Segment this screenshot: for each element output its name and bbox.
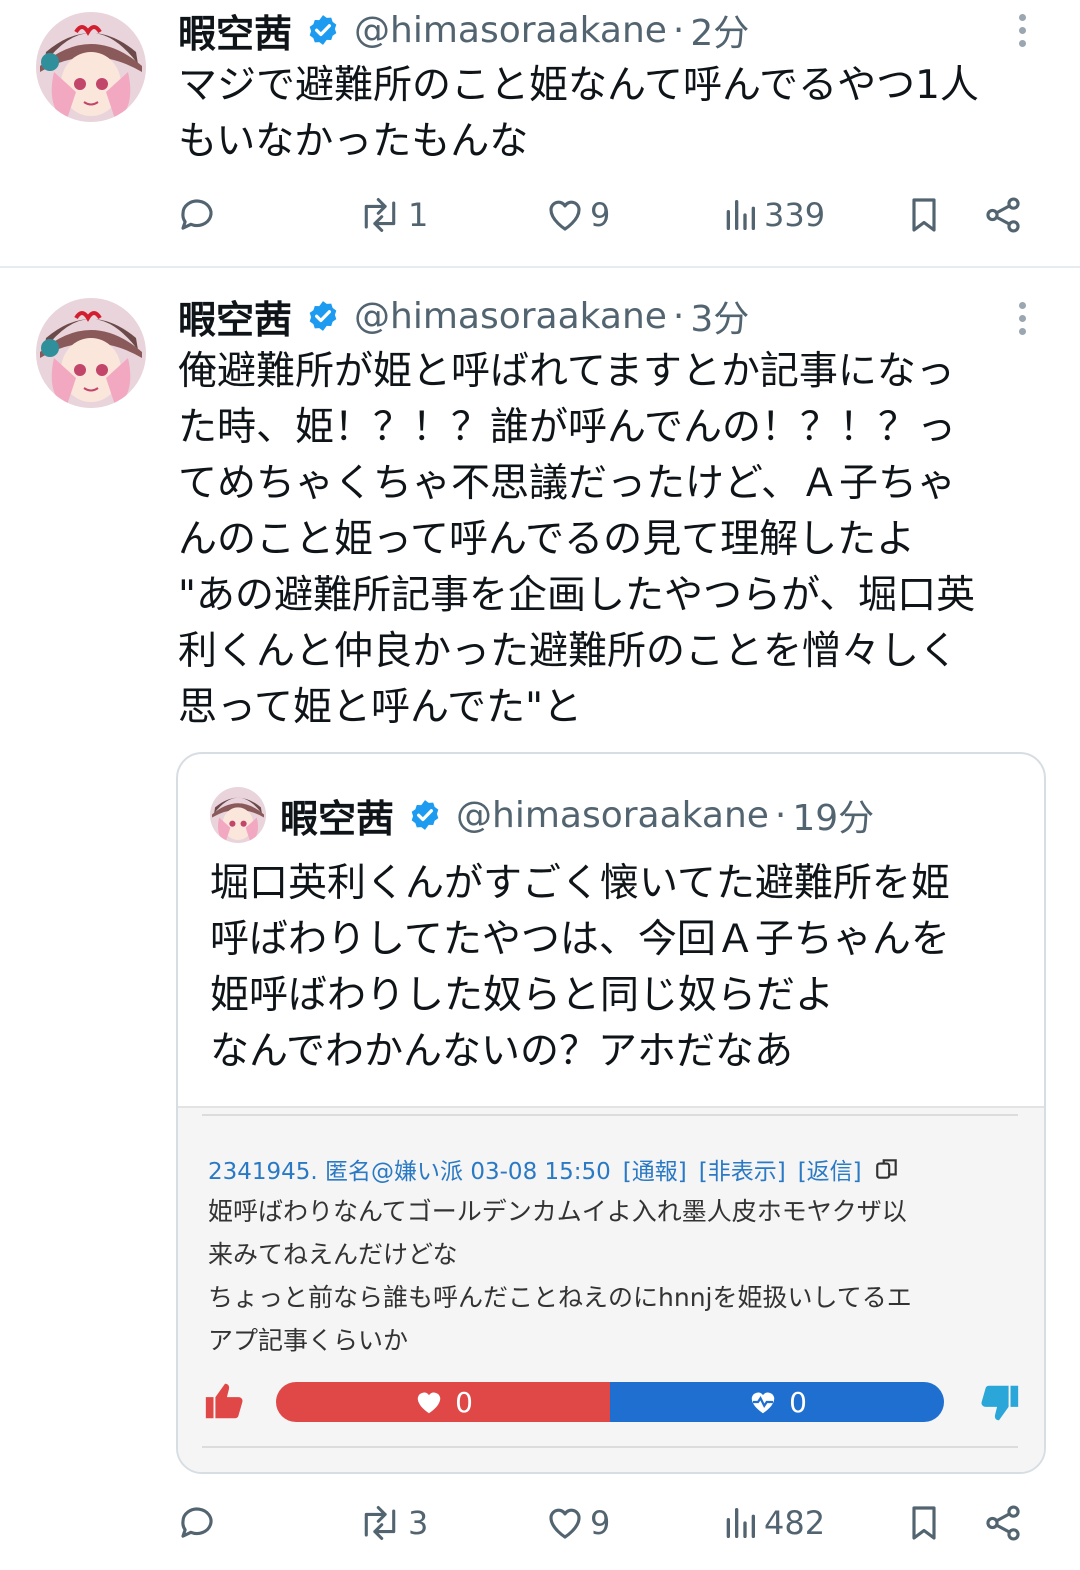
separator-dot: · [672,9,685,51]
quoted-tweet-header: 暇空茜 @himasoraakane · 19分 [210,786,874,844]
tweet-text-line: た時、姫！？！？誰が呼んでんの！？！？っ [178,405,957,450]
display-name[interactable]: 暇空茜 [178,3,292,58]
views-icon [726,1508,755,1538]
bookmark-button[interactable] [904,194,944,236]
tweet-text-line: もいなかったもんな [178,119,529,164]
quoted-text-line: 呼ばわりしてたやつは、今回Ａ子ちゃんを [210,917,950,962]
user-handle[interactable]: @himasoraakane [354,10,667,51]
view-count: 482 [764,1504,826,1542]
report-link: [通報] [622,1159,687,1185]
quoted-display-name: 暇空茜 [280,796,395,841]
post-id-author-date: 2341945. 匿名@嫌い派 03-08 15:50 [208,1159,611,1185]
heartbeat-icon [751,1392,775,1414]
more-options-icon[interactable] [1012,14,1032,53]
bookmark-icon [912,1506,936,1540]
tweet-header: 暇空茜 @himasoraakane · 3分 [178,288,749,344]
repost-count: 3 [408,1504,429,1542]
bad-vote-count: 0 [789,1385,807,1419]
tweet-text-line: "あの避難所記事を企画したやつらが、堀口英 [178,573,976,618]
post-body-line: アプ記事くらいか [208,1326,409,1355]
quoted-screenshot-image[interactable]: 2341945. 匿名@嫌い派 03-08 15:50 [通報] [非表示] [… [178,1106,1044,1472]
repost-button[interactable]: 1 [356,194,428,236]
reply-button[interactable] [176,194,218,236]
separator-dot: · [672,295,685,337]
like-count: 9 [590,1504,611,1542]
quoted-text-line: 堀口英利くんがすごく懐いてた避難所を姫 [210,861,950,906]
share-button[interactable] [982,1502,1024,1544]
heart-icon [417,1392,441,1414]
quoted-avatar [210,787,266,843]
like-count: 9 [590,196,611,234]
timestamp[interactable]: 2分 [690,4,749,56]
verified-badge-icon [309,15,337,45]
vote-bar: 0 0 [202,1378,1022,1428]
separator-dot: · [774,794,787,836]
bad-vote-bar: 0 [610,1382,944,1422]
tweet-1[interactable]: 暇空茜 @himasoraakane · 2分 マジで避難所のこと姫なんて呼んで… [0,0,1080,266]
share-icon [986,197,1020,233]
repost-count: 1 [408,196,429,234]
reply-link: [返信] [797,1159,862,1185]
avatar[interactable] [36,12,146,122]
tweet-text-line: 俺避難所が姫と呼ばれてますとか記事になっ [178,349,955,394]
avatar[interactable] [36,298,146,408]
reply-icon [181,1507,213,1538]
tweet-text-line: 思って姫と呼んでた"と [178,685,583,730]
views-icon [726,200,755,230]
copy-icon [875,1159,897,1179]
more-options-icon[interactable] [1012,302,1032,341]
tweet-text-line: 利くんと仲良かった避難所のことを憎々しく [178,629,959,674]
divider [202,1114,1018,1116]
tweet-text-line: マジで避難所のこと姫なんて呼んでるやつ1人 [178,63,979,108]
reply-button[interactable] [176,1502,218,1544]
timestamp[interactable]: 3分 [690,290,749,342]
tweet-actions: 1 9 339 [0,186,1080,246]
quoted-timestamp: 19分 [792,798,875,839]
verified-badge-icon [411,800,439,830]
good-vote-count: 0 [455,1385,473,1419]
heart-icon [549,1508,581,1539]
post-body-line: 姫呼ばわりなんてゴールデンカムイよ入れ墨人皮ホモヤクザ以 [208,1197,907,1226]
share-button[interactable] [982,194,1024,236]
divider [202,1446,1018,1448]
reply-icon [181,199,213,230]
quoted-text-line: なんでわかんないの？アホだなあ [210,1029,794,1074]
quoted-tweet[interactable]: 暇空茜 @himasoraakane · 19分 堀口英利くんがすごく懐いてた避… [176,752,1046,1474]
good-vote-bar: 0 [276,1382,610,1422]
user-handle[interactable]: @himasoraakane [354,296,667,337]
thumbs-down-icon [981,1385,1019,1421]
like-button[interactable]: 9 [544,1502,610,1544]
views-button[interactable]: 339 [720,194,825,236]
display-name[interactable]: 暇空茜 [178,289,292,344]
quoted-text-line: 姫呼ばわりした奴らと同じ奴らだよ [210,973,835,1018]
tweet-text: 俺避難所が姫と呼ばれてますとか記事になっ た時、姫！？！？誰が呼んでんの！？！？… [178,344,1058,736]
tweet-text-line: てめちゃくちゃ不思議だったけど、Ａ子ちゃ [178,461,957,506]
repost-button[interactable]: 3 [356,1502,428,1544]
repost-icon [364,1506,396,1540]
views-button[interactable]: 482 [720,1502,825,1544]
tweet-text: マジで避難所のこと姫なんて呼んでるやつ1人 もいなかったもんな [178,58,1058,170]
thumbs-up-icon [205,1383,243,1419]
post-body-line: 来みてねえんだけどな [208,1240,458,1269]
post-body: 姫呼ばわりなんてゴールデンカムイよ入れ墨人皮ホモヤクザ以 来みてねえんだけどな … [208,1190,1008,1362]
share-icon [986,1505,1020,1541]
tweet-text-line: んのこと姫って呼んでるの見て理解したよ [178,517,916,562]
quoted-tweet-text: 堀口英利くんがすごく懐いてた避難所を姫 呼ばわりしてたやつは、今回Ａ子ちゃんを … [210,856,1030,1080]
like-button[interactable]: 9 [544,194,610,236]
verified-badge-icon [309,301,337,331]
bookmark-icon [912,198,936,232]
heart-icon [549,200,581,231]
quoted-user-handle: @himasoraakane [456,794,769,836]
bookmark-button[interactable] [904,1502,944,1544]
tweet-header: 暇空茜 @himasoraakane · 2分 [178,2,749,58]
post-body-line: ちょっと前なら誰も呼んだことねえのにhnnjを姫扱いしてるエ [208,1283,912,1312]
tweet-actions: 3 9 482 [0,1494,1080,1554]
hide-link: [非表示] [698,1159,786,1185]
view-count: 339 [764,196,826,234]
repost-icon [364,198,396,232]
post-meta: 2341945. 匿名@嫌い派 03-08 15:50 [通報] [非表示] [… [208,1152,900,1186]
